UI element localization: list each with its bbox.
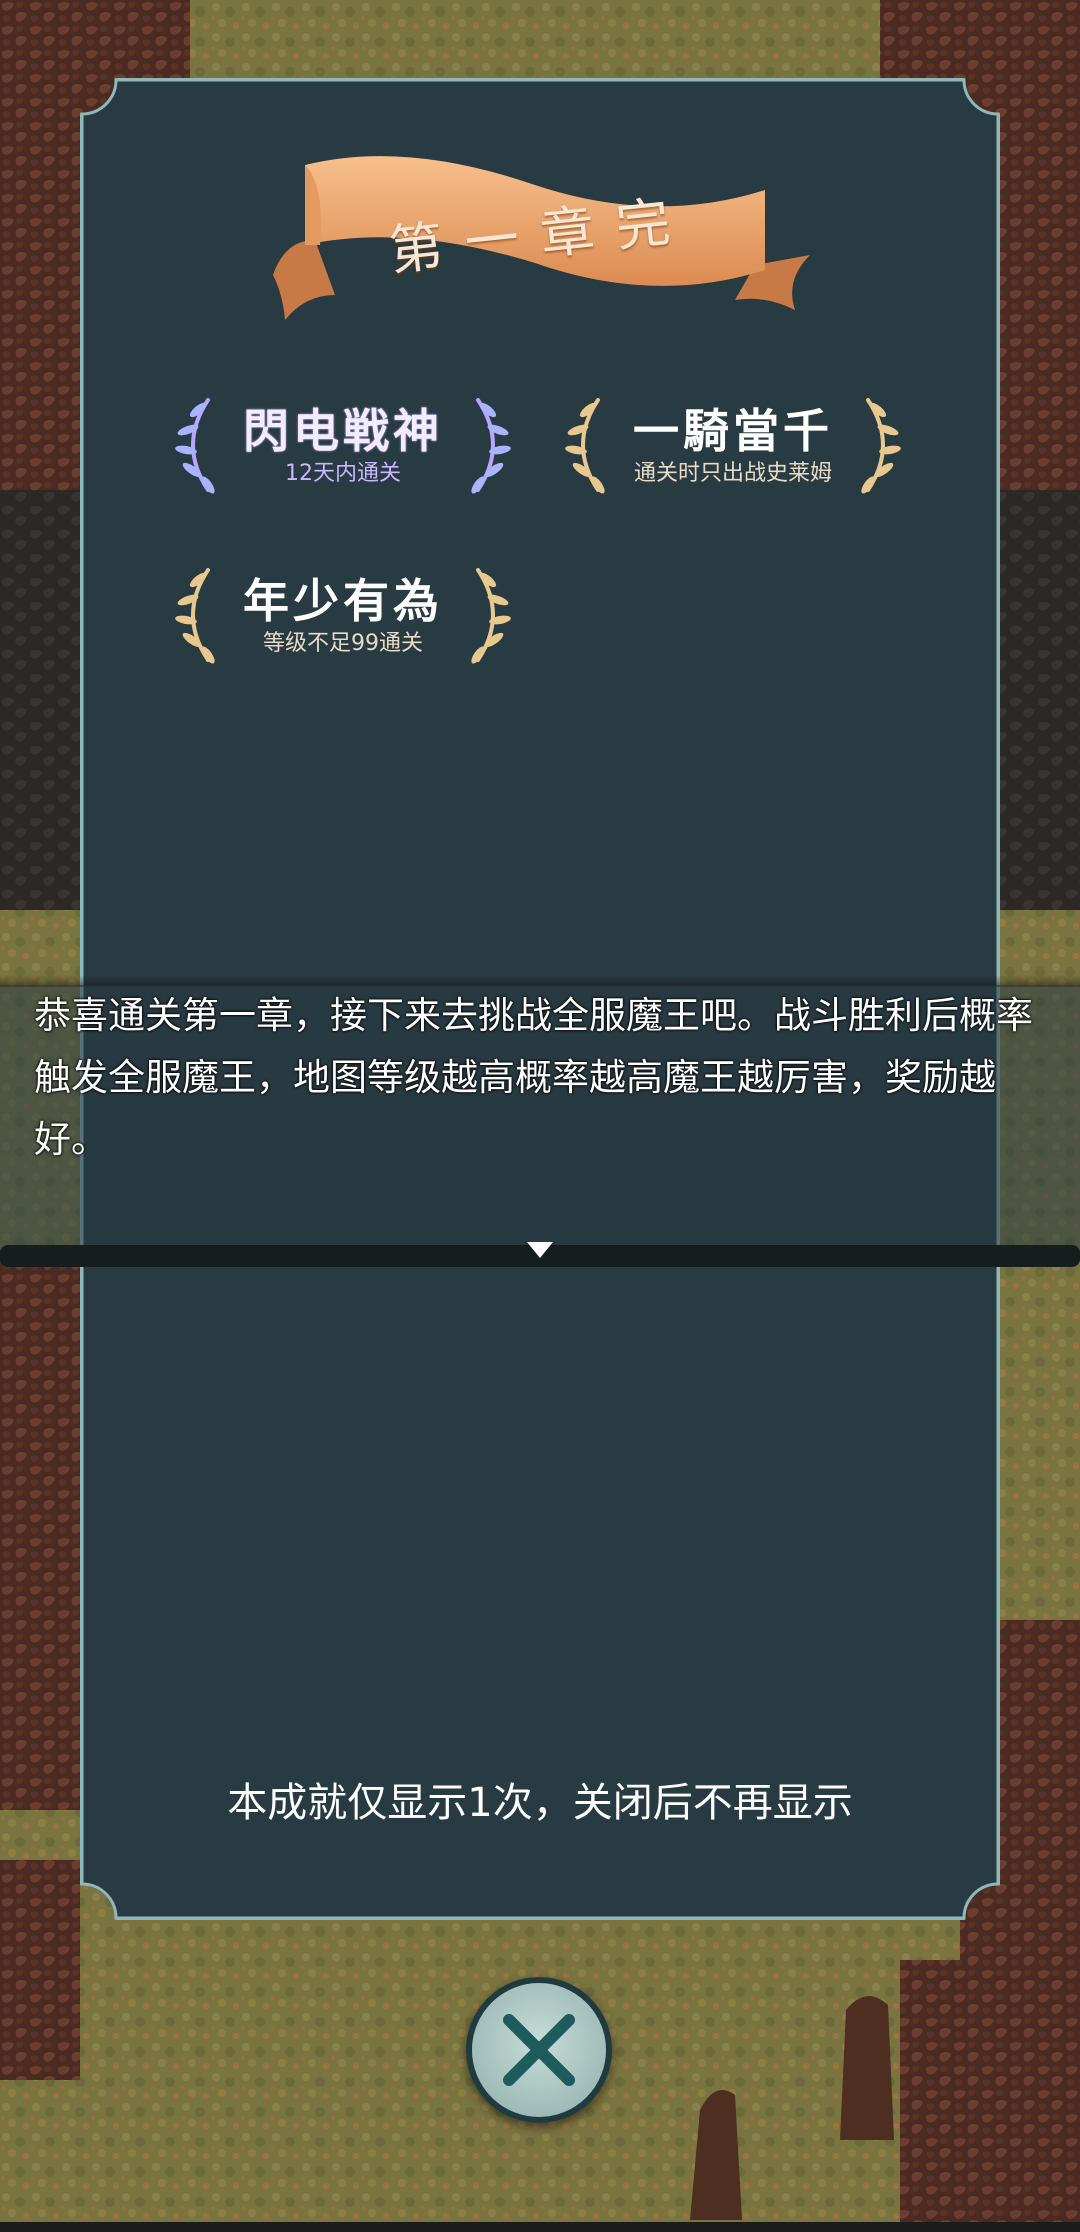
achievement-badge: 年少有為 等级不足99通关 [168, 555, 518, 675]
close-button[interactable] [466, 1977, 612, 2123]
message-text: 恭喜通关第一章，接下来去挑战全服魔王吧。战斗胜利后概率触发全服魔王，地图等级越高… [34, 994, 1033, 1161]
continue-arrow-icon[interactable] [526, 1240, 554, 1260]
chapter-banner: 第一章完 [265, 145, 815, 325]
achievement-badge: 閃电戦神 12天内通关 [168, 385, 518, 505]
achievement-subtitle: 12天内通关 [285, 461, 401, 486]
display-once-note: 本成就仅显示1次，关闭后不再显示 [227, 1780, 853, 1826]
achievement-badge: 一騎當千 通关时只出战史莱姆 [558, 385, 908, 505]
achievement-title: 年少有為 [243, 574, 443, 628]
achievement-title: 閃电戦神 [243, 404, 443, 458]
achievement-subtitle: 等级不足99通关 [263, 631, 423, 656]
achievement-title: 一騎當千 [633, 404, 833, 458]
close-icon [503, 2014, 575, 2086]
achievement-subtitle: 通关时只出战史莱姆 [633, 461, 832, 486]
